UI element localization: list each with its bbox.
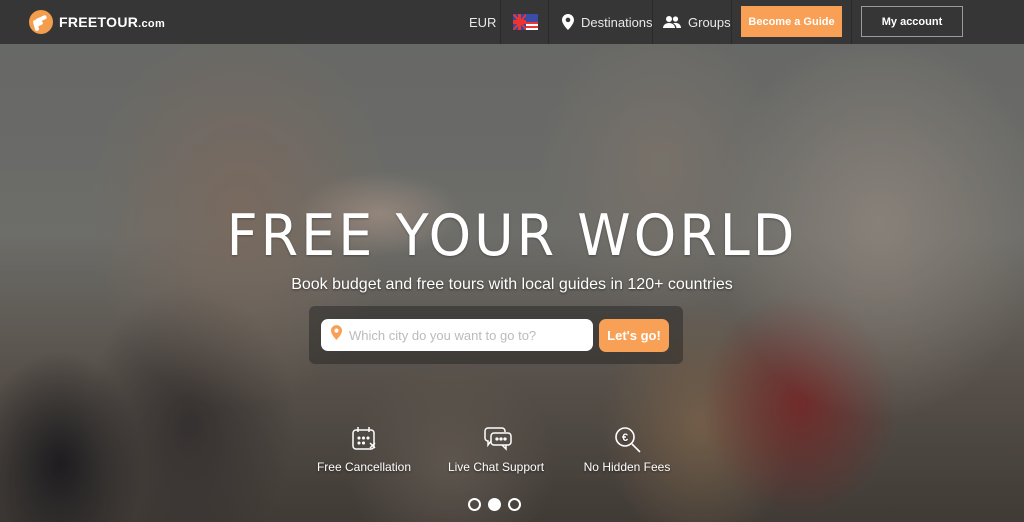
my-account-button[interactable]: My account — [861, 6, 963, 37]
feature-free-cancellation: Free Cancellation — [299, 426, 429, 474]
navbar: FREETOUR.com EUR Destinations Groups Bec… — [0, 0, 1024, 44]
currency-selector[interactable]: EUR — [469, 0, 496, 44]
feature-label: Live Chat Support — [447, 460, 545, 474]
nav-divider — [652, 0, 653, 44]
nav-divider — [548, 0, 549, 44]
hero-subtitle: Book budget and free tours with local gu… — [291, 276, 733, 293]
feature-no-hidden-fees: € No Hidden Fees — [562, 426, 692, 474]
lets-go-button[interactable]: Let's go! — [599, 319, 669, 352]
currency-label: EUR — [469, 14, 497, 30]
freetour-logo-icon — [29, 10, 53, 34]
brand-name: FREETOUR.com — [59, 14, 166, 30]
calendar-cancel-icon — [351, 426, 377, 452]
map-pin-icon — [331, 325, 342, 345]
language-selector[interactable] — [513, 0, 538, 44]
hero-title: FREE YOUR WORLD — [226, 202, 798, 269]
destinations-label: Destinations — [581, 14, 653, 30]
nav-divider — [731, 0, 732, 44]
brand-link[interactable]: FREETOUR.com — [29, 10, 165, 34]
uk-us-flag-icon — [513, 14, 538, 30]
carousel-pagination — [468, 498, 521, 511]
chat-bubbles-icon — [483, 426, 512, 452]
feature-label: Free Cancellation — [316, 460, 412, 474]
users-icon — [663, 16, 681, 28]
hero-section: FREE YOUR WORLD Book budget and free tou… — [0, 44, 1024, 522]
feature-label: No Hidden Fees — [583, 460, 671, 474]
feature-live-chat: Live Chat Support — [431, 426, 561, 474]
city-search-input[interactable] — [349, 327, 579, 343]
nav-groups[interactable]: Groups — [663, 0, 731, 44]
become-guide-button[interactable]: Become a Guide — [741, 6, 842, 37]
search-panel: Let's go! — [309, 306, 683, 364]
city-search-field[interactable] — [321, 319, 593, 351]
euro-search-icon: € — [614, 426, 641, 453]
nav-divider — [851, 0, 852, 44]
carousel-dot-2[interactable] — [488, 498, 501, 511]
carousel-dot-1[interactable] — [468, 498, 481, 511]
nav-divider — [500, 0, 501, 44]
groups-label: Groups — [688, 14, 731, 30]
nav-destinations[interactable]: Destinations — [562, 0, 653, 44]
map-pin-icon — [562, 14, 574, 30]
carousel-dot-3[interactable] — [508, 498, 521, 511]
svg-text:€: € — [622, 432, 628, 444]
